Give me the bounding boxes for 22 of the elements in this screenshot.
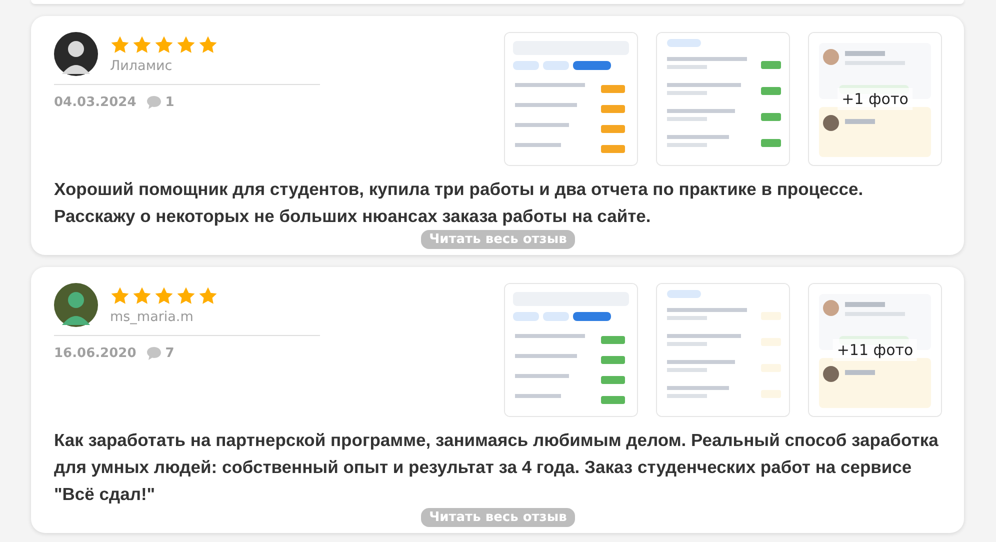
star-icon: [198, 34, 218, 54]
star-icon: [110, 286, 130, 306]
author-name: ms_maria.m: [110, 308, 194, 324]
review-text: Хороший помощник для студентов, купила три работы и два отчета по практике в процессе. Расскажу о некоторых не больших нюансах заказа работы на сайте.: [54, 178, 864, 228]
review-date: 04.03.2024: [54, 95, 136, 110]
more-photos-label[interactable]: +11 фото: [832, 339, 918, 361]
star-icon: [132, 286, 152, 306]
star-icon: [132, 34, 152, 54]
star-icon: [176, 34, 196, 54]
speech-bubble-icon: [146, 95, 162, 110]
review-date: 16.06.2020: [54, 346, 136, 361]
star-icon: [176, 286, 196, 306]
star-icon: [110, 34, 130, 54]
comment-count: 7: [165, 346, 174, 361]
star-icon: [154, 34, 174, 54]
star-icon: [198, 286, 218, 306]
comment-count: 1: [165, 95, 174, 110]
more-photos-label[interactable]: +1 фото: [838, 88, 912, 110]
star-icon: [154, 286, 174, 306]
speech-bubble-icon: [146, 346, 162, 361]
review-text: Как заработать на партнерской программе, занимаясь любимым делом. Реальный способ заработка для умных людей: собственный опыт и результат за 4 года. Заказ студенческих работ на сервисе "Всё сдал!": [54, 429, 940, 506]
author-name: Лиламис: [110, 58, 174, 74]
